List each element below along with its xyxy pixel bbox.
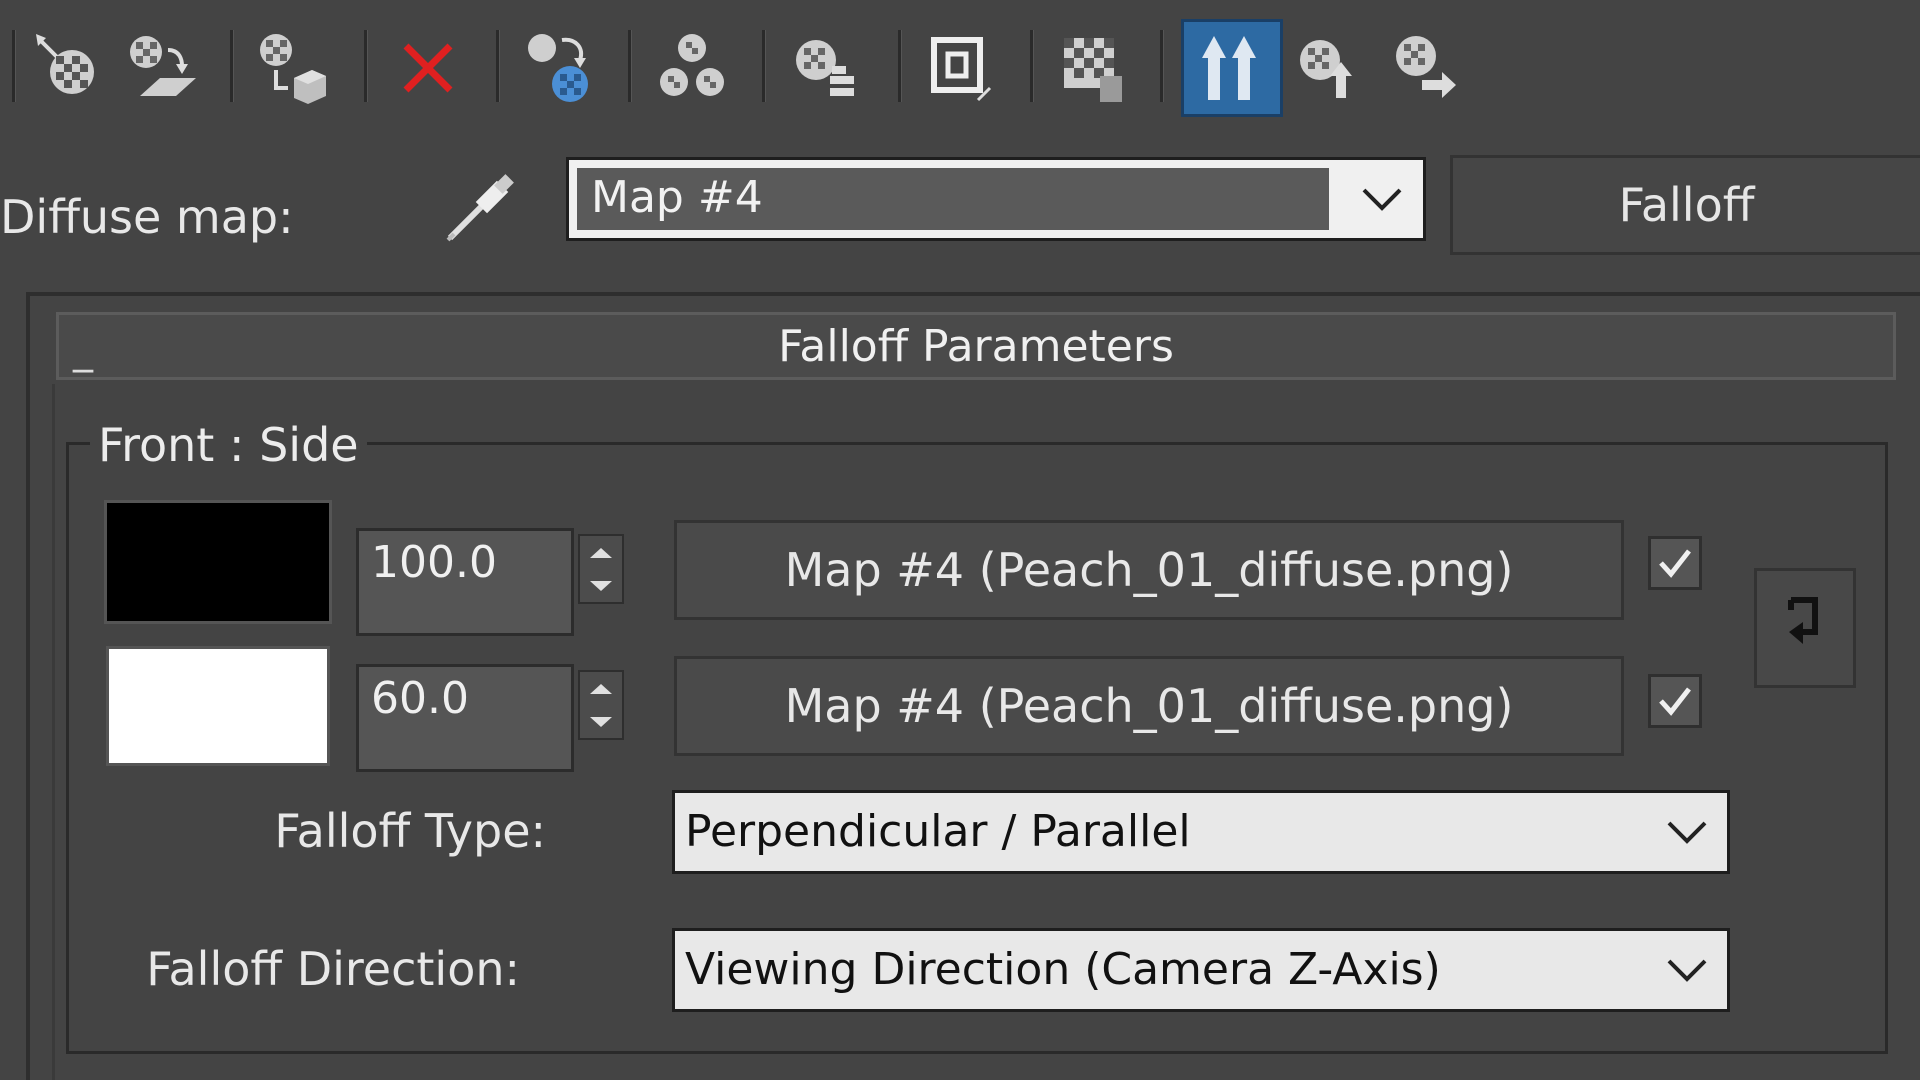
toolbar-separator — [1160, 30, 1163, 102]
toolbar-separator — [628, 30, 631, 102]
front-map-slot[interactable]: Map #4 (Peach_01_diffuse.png) — [674, 520, 1624, 620]
pick-material-icon — [1396, 36, 1456, 98]
make-unique-button[interactable] — [512, 22, 608, 114]
front-color-swatch[interactable] — [104, 500, 332, 624]
chevron-down-icon[interactable] — [1657, 801, 1717, 863]
toolbar-separator — [898, 30, 901, 102]
spinner-up-icon[interactable] — [588, 682, 614, 696]
toolbar-separator — [12, 30, 15, 102]
get-material-icon — [36, 34, 94, 94]
side-map-slot[interactable]: Map #4 (Peach_01_diffuse.png) — [674, 656, 1624, 756]
spinner-arrows[interactable] — [578, 534, 624, 604]
front-amount-field[interactable]: 100.0 — [356, 528, 574, 636]
map-name-field[interactable]: Map #4 — [577, 168, 1329, 230]
assign-to-selection-icon — [260, 34, 326, 104]
assign-to-selection-button[interactable] — [244, 22, 340, 114]
map-name-combobox[interactable]: Map #4 — [566, 157, 1426, 241]
delete-icon — [403, 43, 453, 93]
side-amount-field[interactable]: 60.0 — [356, 664, 574, 772]
front-map-checkbox[interactable] — [1648, 536, 1702, 590]
show-shaded-material-icon — [1064, 38, 1122, 102]
show-end-result-button[interactable] — [912, 22, 1008, 114]
spinner-down-icon[interactable] — [588, 715, 614, 729]
map-type-button[interactable]: Falloff — [1450, 155, 1920, 255]
falloff-direction-label: Falloff Direction: — [146, 942, 520, 996]
side-map-checkbox[interactable] — [1648, 674, 1702, 728]
put-to-scene-button[interactable] — [114, 22, 210, 114]
make-unique-icon — [528, 34, 588, 102]
front-amount-spinner[interactable]: 100.0 — [356, 528, 626, 636]
pick-material-button[interactable] — [1376, 22, 1472, 114]
show-end-result-icon — [931, 37, 992, 102]
checkmark-icon — [1659, 687, 1691, 716]
delete-button[interactable] — [380, 22, 476, 114]
front-side-group-title: Front : Side — [90, 418, 367, 472]
chevron-down-icon[interactable] — [1657, 939, 1717, 1001]
rollout-title: Falloff Parameters — [778, 320, 1174, 372]
show-shaded-material-button[interactable] — [1044, 22, 1140, 114]
toolbar-separator — [1030, 30, 1033, 102]
put-to-library-icon — [660, 34, 724, 96]
material-editor-panel: Diffuse map: Map #4 Falloff _ Falloff Pa… — [0, 0, 1920, 1080]
collapse-icon[interactable]: _ — [73, 330, 93, 370]
go-forward-sibling-icon — [1300, 40, 1352, 98]
toolbar-separator — [496, 30, 499, 102]
material-toolbar — [0, 0, 1920, 130]
falloff-parameters-rollout-header[interactable]: _ Falloff Parameters — [56, 312, 1896, 380]
spinner-arrows[interactable] — [578, 670, 624, 740]
swap-colors-button[interactable] — [1754, 568, 1856, 688]
falloff-type-value: Perpendicular / Parallel — [685, 806, 1191, 857]
toolbar-separator — [230, 30, 233, 102]
get-material-button[interactable] — [20, 22, 116, 114]
put-to-scene-icon — [130, 36, 196, 96]
put-to-library-button[interactable] — [644, 22, 740, 114]
material-id-channel-button[interactable] — [776, 22, 872, 114]
spinner-down-icon[interactable] — [588, 579, 614, 593]
eyedropper-button[interactable] — [440, 168, 520, 248]
chevron-down-icon[interactable] — [1347, 168, 1417, 230]
falloff-type-label: Falloff Type: — [274, 804, 546, 858]
go-to-parent-icon — [1202, 36, 1256, 100]
toolbar-separator — [762, 30, 765, 102]
falloff-direction-dropdown[interactable]: Viewing Direction (Camera Z-Axis) — [672, 928, 1730, 1012]
eyedropper-icon — [446, 174, 514, 242]
side-amount-spinner[interactable]: 60.0 — [356, 664, 626, 772]
go-to-parent-button[interactable] — [1181, 19, 1283, 117]
side-color-swatch[interactable] — [106, 646, 330, 766]
swap-arrow-icon — [1788, 597, 1818, 644]
toolbar-separator — [364, 30, 367, 102]
material-id-channel-icon — [796, 40, 854, 96]
falloff-direction-value: Viewing Direction (Camera Z-Axis) — [685, 944, 1441, 995]
falloff-type-dropdown[interactable]: Perpendicular / Parallel — [672, 790, 1730, 874]
checkmark-icon — [1659, 549, 1691, 578]
diffuse-map-label: Diffuse map: — [0, 190, 294, 244]
spinner-up-icon[interactable] — [588, 546, 614, 560]
go-forward-sibling-button[interactable] — [1280, 22, 1376, 114]
